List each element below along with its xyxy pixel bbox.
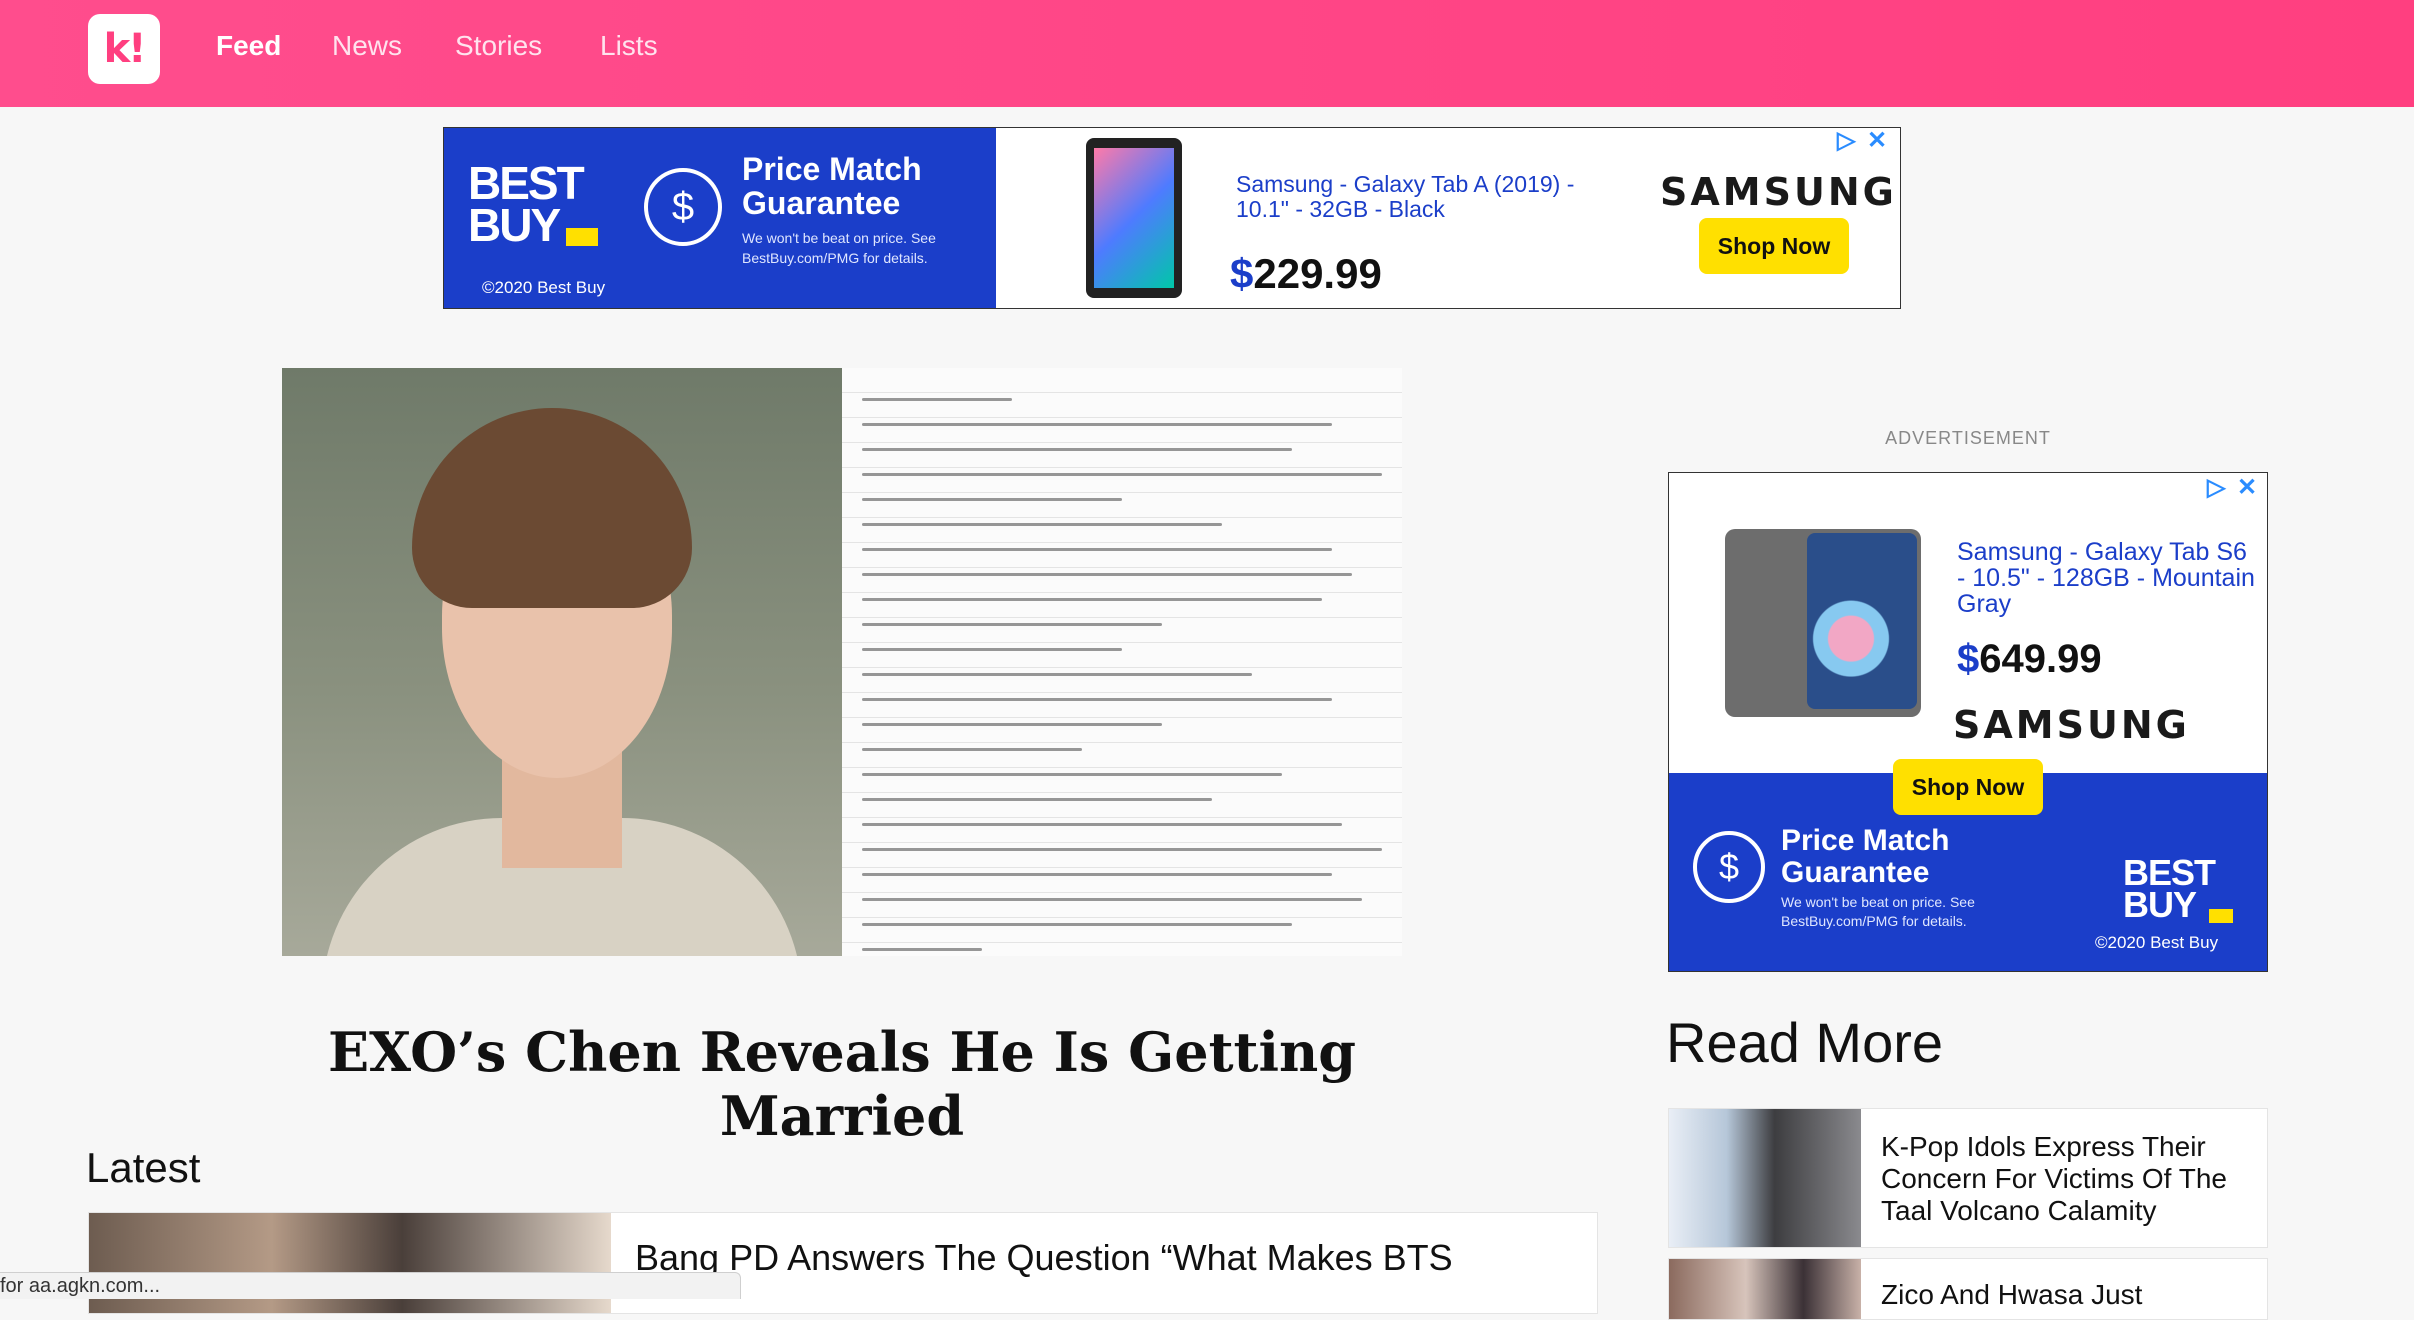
- price-amount: 229.99: [1253, 250, 1382, 297]
- handwriting-line: [862, 473, 1382, 476]
- latest-article-title[interactable]: Bang PD Answers The Question “What Makes…: [635, 1237, 1453, 1279]
- read-more-item[interactable]: K-Pop Idols Express Their Concern For Vi…: [1668, 1108, 2268, 1248]
- handwriting-line: [862, 448, 1292, 451]
- dollar-icon: $: [1693, 831, 1765, 903]
- latest-heading: Latest: [86, 1144, 201, 1191]
- handwriting-line: [862, 648, 1122, 651]
- logo-text: k!: [103, 26, 147, 72]
- handwriting-line: [862, 573, 1352, 576]
- bestbuy-logo: BEST BUY: [2123, 852, 2216, 925]
- price-amount: 649.99: [1979, 637, 2102, 681]
- handwriting-line: [862, 773, 1282, 776]
- adchoices-icon[interactable]: ▷: [1837, 128, 1855, 155]
- handwriting-line: [862, 398, 1012, 401]
- price-match-subtext: We won't be beat on price. See BestBuy.c…: [742, 230, 936, 266]
- handwriting-line: [862, 698, 1332, 701]
- price-currency: $: [1957, 637, 1980, 681]
- handwriting-line: [862, 873, 1332, 876]
- read-more-title[interactable]: Zico And Hwasa Just: [1881, 1279, 2251, 1311]
- sidebar-ad[interactable]: ▷ ✕ Samsung - Galaxy Tab S6 - 10.5" - 12…: [1668, 472, 2268, 972]
- bestbuy-tag-icon: [2209, 909, 2233, 923]
- close-ad-icon[interactable]: ✕: [2237, 473, 2257, 502]
- shop-now-button[interactable]: Shop Now: [1699, 218, 1849, 274]
- close-ad-icon[interactable]: ✕: [1867, 128, 1887, 155]
- read-more-title[interactable]: K-Pop Idols Express Their Concern For Vi…: [1881, 1131, 2251, 1227]
- read-more-thumbnail: [1669, 1259, 1861, 1319]
- browser-status-bar: for aa.agkn.com...: [0, 1272, 741, 1299]
- nav-feed[interactable]: Feed: [216, 30, 281, 62]
- price-match-title: Price Match Guarantee: [742, 151, 922, 221]
- price-match-subtext: We won't be beat on price. See BestBuy.c…: [1781, 894, 1975, 929]
- nav-lists[interactable]: Lists: [600, 30, 658, 62]
- handwriting-line: [862, 898, 1362, 901]
- bestbuy-tag-icon: [566, 228, 598, 246]
- tablet-image: [1725, 529, 1921, 717]
- bestbuy-copyright: ©2020 Best Buy: [2095, 933, 2219, 952]
- handwriting-line: [862, 673, 1252, 676]
- price-currency: $: [1230, 250, 1254, 297]
- ad-price: $229.99: [1230, 250, 1382, 298]
- samsung-logo: SAMSUNG: [1953, 703, 2190, 747]
- handwriting-line: [862, 923, 1292, 926]
- handwriting-line: [862, 523, 1222, 526]
- bestbuy-panel: BEST BUY ©2020 Best Buy $ Price Match Gua…: [444, 128, 996, 308]
- handwriting-line: [862, 723, 1162, 726]
- tablet-image: [1086, 138, 1182, 298]
- handwriting-line: [862, 748, 1082, 751]
- bestbuy-copyright: ©2020 Best Buy: [482, 278, 606, 297]
- nav-news[interactable]: News: [332, 30, 402, 62]
- portrait-photo: [282, 368, 842, 956]
- handwriting-line: [862, 423, 1332, 426]
- handwriting-line: [862, 548, 1332, 551]
- read-more-heading: Read More: [1666, 1011, 1944, 1074]
- top-navbar: k! Feed News Stories Lists: [0, 0, 2414, 107]
- handwriting-line: [862, 848, 1382, 851]
- read-more-item[interactable]: Zico And Hwasa Just: [1668, 1258, 2268, 1320]
- read-more-thumbnail: [1669, 1109, 1861, 1247]
- handwriting-line: [862, 623, 1162, 626]
- ad-product-name[interactable]: Samsung - Galaxy Tab A (2019) - 10.1" - …: [1236, 172, 1616, 222]
- dollar-icon: $: [644, 168, 722, 246]
- handwriting-line: [862, 823, 1342, 826]
- hero-image[interactable]: [282, 368, 1402, 956]
- site-logo[interactable]: k!: [88, 14, 160, 84]
- handwriting-line: [862, 948, 982, 951]
- handwritten-letter-image: [842, 368, 1402, 956]
- handwriting-line: [862, 498, 1122, 501]
- handwriting-line: [862, 598, 1322, 601]
- advertisement-label: ADVERTISEMENT: [1885, 428, 2051, 448]
- shop-now-button[interactable]: Shop Now: [1893, 759, 2043, 815]
- ad-price: $649.99: [1957, 637, 2102, 682]
- hero-article-title[interactable]: EXO’s Chen Reveals He Is Getting Married: [282, 1020, 1402, 1148]
- ad-product-name[interactable]: Samsung - Galaxy Tab S6 - 10.5" - 128GB …: [1957, 539, 2257, 617]
- samsung-logo: SAMSUNG: [1660, 170, 1897, 214]
- price-match-title: Price Match Guarantee: [1781, 824, 1950, 889]
- adchoices-icon[interactable]: ▷: [2207, 473, 2225, 502]
- handwriting-line: [862, 798, 1212, 801]
- top-banner-ad[interactable]: BEST BUY ©2020 Best Buy $ Price Match Gua…: [443, 127, 1901, 309]
- nav-stories[interactable]: Stories: [455, 30, 542, 62]
